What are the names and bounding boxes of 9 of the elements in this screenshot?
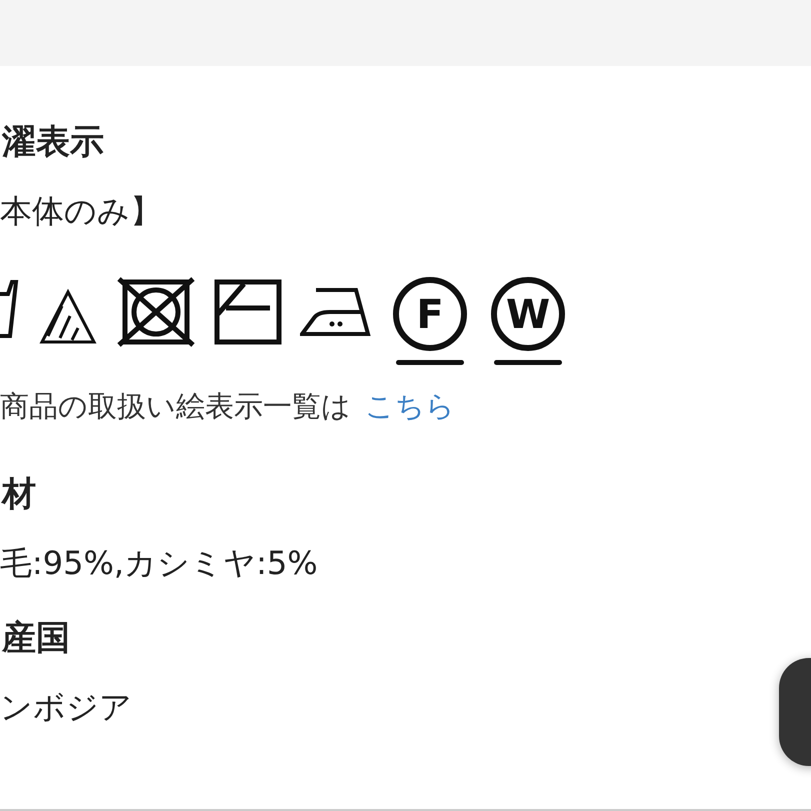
detail-text: 本体のみ】	[0, 191, 163, 232]
section-title: 濯表示	[0, 121, 105, 164]
note-text: 商品の取扱い絵表示一覧は	[0, 389, 351, 423]
care-list-link[interactable]: こちら	[365, 389, 455, 423]
no-tumble-dry-icon	[116, 276, 196, 348]
detail-text: 毛:95%,カシミヤ:5%	[0, 543, 319, 584]
section-title: 産国	[0, 617, 71, 660]
detail-text: ンボジア	[0, 687, 133, 728]
section-title: 材	[0, 473, 37, 516]
